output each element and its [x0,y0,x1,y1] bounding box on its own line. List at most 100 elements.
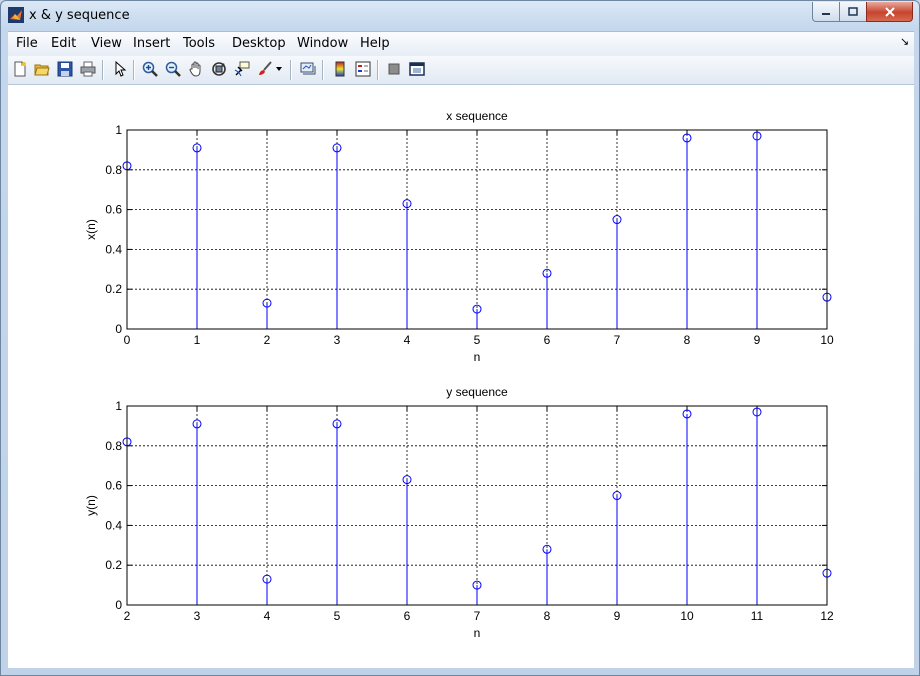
zoom-in-icon [142,61,158,77]
plots-svg: 0 1 2 3 4 5 6 7 8 9 1000.20.40.60.81x sequencenx(n… [84,109,834,640]
rotate-3d-icon [212,62,226,76]
rotate-3d-button[interactable] [210,60,228,78]
maximize-icon [848,6,858,16]
y-tick-label: 0.2 [105,558,122,572]
x-axis-label: n [474,350,481,364]
menu-insert[interactable]: Insert [133,36,170,51]
brush-button[interactable] [256,60,274,78]
plot-title: x sequence [446,109,508,123]
show-plot-tools-icon [409,62,425,76]
hide-plot-tools-icon [388,63,400,75]
y-axis-label: y(n) [84,495,98,516]
x-tick-label: 6 [404,609,411,623]
data-cursor-icon [234,61,250,77]
x-tick-label: 4 [264,609,271,623]
menu-file[interactable]: File [16,36,38,51]
y-tick-label: 0.8 [105,163,122,177]
x-tick-label: 11 [751,609,764,623]
x-tick-label: 3 [194,609,201,623]
brush-dropdown-icon [276,67,282,71]
plot-title: y sequence [446,385,508,399]
edit-plot-arrow-icon [115,61,127,77]
x-axis-label: n [474,626,481,640]
link-plot-button[interactable] [299,60,317,78]
window-title: x & y sequence [29,8,130,23]
menu-desktop[interactable]: Desktop [232,36,286,51]
insert-legend-icon [355,61,371,77]
brush-dropdown-button[interactable] [274,60,284,78]
menu-tools[interactable]: Tools [183,36,215,51]
zoom-out-button[interactable] [164,60,182,78]
new-figure-button[interactable] [11,60,29,78]
x-tick-label: 4 [404,333,411,347]
x-tick-label: 7 [474,609,481,623]
save-figure-icon [57,61,73,77]
x-tick-label: 8 [684,333,691,347]
x-tick-label: 7 [614,333,621,347]
x-tick-label: 5 [334,609,341,623]
y-tick-label: 1 [115,123,122,137]
brush-icon [259,61,272,75]
x-tick-label: 2 [124,609,131,623]
figure-toolbar [8,56,914,85]
menu-help[interactable]: Help [360,36,390,51]
hide-plot-tools-button[interactable] [385,60,403,78]
edit-plot-button[interactable] [111,60,129,78]
close-button[interactable] [866,2,913,22]
x-tick-label: 5 [474,333,481,347]
show-plot-tools-button[interactable] [408,60,426,78]
axes-2: 2 3 4 5 6 7 8 9 10 11 12 0 0.2 0.4 0.6 0.8 1 y sequence n y… [84,385,834,640]
zoom-out-icon [165,61,181,77]
dock-arrow-icon[interactable]: ↘ [900,35,909,48]
pan-button[interactable] [187,60,205,78]
x-tick-label: 10 [680,609,694,623]
y-tick-label: 0 [115,598,122,612]
insert-colorbar-icon [335,61,345,77]
axes-1: 0 1 2 3 4 5 6 7 8 9 10 0 0.2 0.4 0.6 0.8 1 x sequence n x(n… [84,109,834,364]
open-file-icon [34,64,50,76]
menu-edit[interactable]: Edit [51,36,76,51]
zoom-in-button[interactable] [141,60,159,78]
y-tick-label: 1 [115,399,122,413]
menu-bar: File Edit View Insert Tools Desktop Wind… [8,31,914,56]
minimize-icon [822,12,830,15]
y-tick-label: 0.4 [105,242,122,256]
toolbar-separator [102,60,104,80]
x-tick-label: 12 [820,609,834,623]
x-tick-label: 10 [820,333,834,347]
print-figure-button[interactable] [79,60,97,78]
toolbar-separator [322,60,324,80]
y-tick-label: 0.4 [105,518,122,532]
new-figure-icon [14,61,26,77]
x-tick-label: 9 [614,609,621,623]
y-tick-label: 0 [115,322,122,336]
x-tick-label: 1 [194,333,201,347]
menu-window[interactable]: Window [297,36,348,51]
insert-legend-button[interactable] [354,60,372,78]
x-tick-label: 9 [754,333,761,347]
x-tick-label: 0 [124,333,131,347]
save-figure-button[interactable] [56,60,74,78]
insert-colorbar-button[interactable] [331,60,349,78]
y-tick-label: 0.6 [105,479,122,493]
x-tick-label: 6 [544,333,551,347]
close-icon [884,6,895,17]
toolbar-separator [377,60,379,80]
figure-canvas[interactable]: 0 1 2 3 4 5 6 7 8 9 10 0 0.2 0.4 0.6 0.8 1 x sequence n x(n… [8,85,914,668]
x-tick-label: 3 [334,333,341,347]
minimize-button[interactable] [812,2,840,22]
matlab-logo-icon [8,7,24,23]
x-tick-label: 8 [544,609,551,623]
y-tick-label: 0.6 [105,203,122,217]
pan-hand-icon [189,61,201,77]
figure-window: x & y sequence File Edit View Insert Too… [0,0,920,676]
data-cursor-button[interactable] [233,60,251,78]
maximize-button[interactable] [839,2,867,22]
menu-view[interactable]: View [91,36,122,51]
y-tick-label: 0.2 [105,282,122,296]
open-file-button[interactable] [33,60,51,78]
y-tick-label: 0.8 [105,439,122,453]
title-bar[interactable]: x & y sequence [1,1,919,30]
y-axis-label: x(n) [84,219,98,240]
print-figure-icon [80,61,96,77]
